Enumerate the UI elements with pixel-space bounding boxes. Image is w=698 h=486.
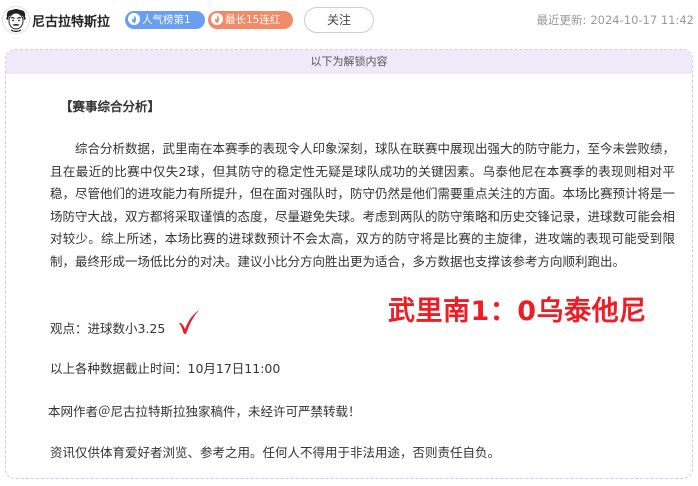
author-header: 尼古拉特斯拉 人气榜第1 最长15连红 关注 最近更新: 2024-10-17 1… xyxy=(0,0,698,42)
last-update-label: 最近更新: xyxy=(536,13,587,27)
einstein-avatar-icon xyxy=(6,9,26,33)
unlock-notice: 以下为解锁内容 xyxy=(6,50,692,74)
analysis-paragraph: 综合分析数据，武里南在本赛季的表现令人印象深刻，球队在联赛中展现出强大的防守能力… xyxy=(50,141,676,269)
viewpoint-row: 观点：进球数小3.25 xyxy=(50,310,201,339)
last-update: 最近更新: 2024-10-17 11:42 xyxy=(536,12,694,28)
viewpoint-text: 观点：进球数小3.25 xyxy=(50,321,166,336)
popularity-badge: 人气榜第1 xyxy=(125,11,205,29)
red-check-icon xyxy=(177,308,201,339)
avatar[interactable] xyxy=(2,6,30,34)
streak-badge: 最长15连红 xyxy=(208,11,293,29)
author-name[interactable]: 尼古拉特斯拉 xyxy=(32,11,110,30)
last-update-time: 2024-10-17 11:42 xyxy=(590,13,694,27)
disclaimer: 资讯仅供体育爱好者浏览、参考之用。任何人不得用于非法用途，否则责任自负。 xyxy=(50,445,501,460)
copyright-notice: 本网作者＠尼古拉特斯拉独家稿件，未经许可严禁转载！ xyxy=(48,404,361,419)
score-prediction: 武里南1：0乌泰他尼 xyxy=(388,296,647,327)
popularity-badge-label: 人气榜第1 xyxy=(142,14,191,26)
flame-badge-icon xyxy=(128,13,140,25)
streak-badge-label: 最长15连红 xyxy=(225,14,281,26)
data-cutoff-time: 以上各种数据截止时间：10月17日11:00 xyxy=(50,361,281,376)
unlocked-content-panel: 以下为解锁内容 【赛事综合分析】 综合分析数据，武里南在本赛季的表现令人印象深刻… xyxy=(5,49,693,479)
section-title: 【赛事综合分析】 xyxy=(60,99,161,114)
follow-button[interactable]: 关注 xyxy=(304,7,374,33)
flame-badge-icon xyxy=(211,13,223,25)
